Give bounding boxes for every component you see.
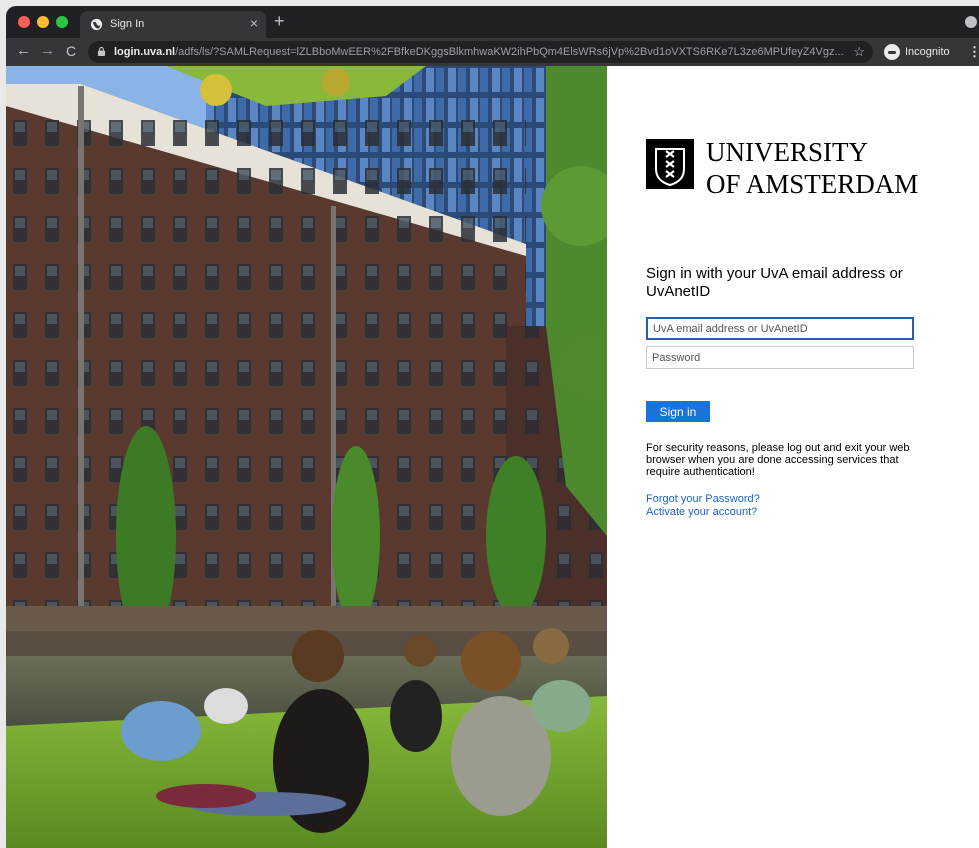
uva-crest-icon	[646, 139, 694, 189]
minimize-window-button[interactable]	[37, 16, 49, 28]
activate-account-link[interactable]: Activate your account?	[646, 506, 757, 518]
browser-window: Sign In × + ← → C login.uva.nl/adfs/ls/?…	[6, 6, 979, 848]
incognito-indicator[interactable]: Incognito	[884, 44, 950, 60]
menu-icon[interactable]: ⋮	[968, 44, 979, 60]
back-arrow-icon[interactable]: ←	[16, 42, 31, 59]
maximize-window-button[interactable]	[56, 16, 68, 28]
tab-bar: Sign In × +	[6, 6, 979, 38]
logo-line-1: UNIVERSITY	[706, 137, 868, 167]
tab-search-button[interactable]	[965, 16, 977, 28]
close-window-button[interactable]	[18, 16, 30, 28]
address-bar[interactable]: login.uva.nl/adfs/ls/?SAMLRequest=lZLBbo…	[88, 41, 873, 63]
url-host: login.uva.nl	[114, 46, 176, 58]
password-input[interactable]	[646, 346, 914, 369]
browser-toolbar: ← → C login.uva.nl/adfs/ls/?SAMLRequest=…	[6, 38, 979, 66]
tab-title: Sign In	[110, 18, 145, 30]
security-notice: For security reasons, please log out and…	[646, 442, 910, 478]
globe-icon	[90, 18, 103, 31]
email-input[interactable]	[646, 317, 914, 340]
sign-in-panel: UNIVERSITY OF AMSTERDAM Sign in with you…	[607, 66, 979, 848]
forward-arrow-icon[interactable]: →	[40, 42, 55, 59]
forgot-password-link[interactable]: Forgot your Password?	[646, 493, 760, 505]
lock-icon	[97, 47, 106, 56]
campus-photo	[6, 66, 607, 848]
reload-icon[interactable]: C	[66, 43, 76, 59]
sign-in-heading: Sign in with your UvA email address or U…	[646, 265, 903, 300]
uva-wordmark: UNIVERSITY OF AMSTERDAM	[706, 136, 918, 200]
uva-logo: UNIVERSITY OF AMSTERDAM	[646, 136, 921, 200]
incognito-label: Incognito	[905, 46, 950, 58]
campus-photo-illustration	[6, 66, 607, 848]
close-icon[interactable]: ×	[250, 15, 258, 31]
new-tab-button[interactable]: +	[274, 11, 285, 32]
url-path: /adfs/ls/?SAMLRequest=lZLBboMwEER%2FBfke…	[175, 46, 844, 58]
tab-sign-in[interactable]: Sign In ×	[80, 11, 266, 38]
url-text: login.uva.nl/adfs/ls/?SAMLRequest=lZLBbo…	[114, 41, 844, 63]
incognito-icon	[884, 44, 900, 60]
star-icon[interactable]: ☆	[853, 41, 865, 63]
logo-line-2: OF AMSTERDAM	[706, 169, 919, 199]
sign-in-button[interactable]: Sign in	[646, 401, 710, 422]
